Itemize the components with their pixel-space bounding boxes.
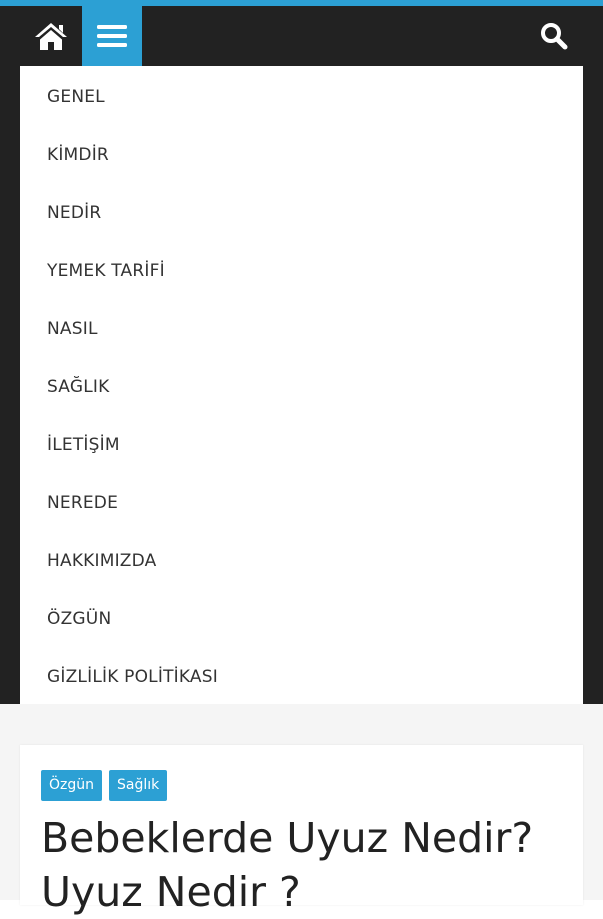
menu-item-saglik[interactable]: SAĞLIK [20, 356, 583, 414]
menu-item-hakkimizda[interactable]: HAKKIMIZDA [20, 530, 583, 588]
menu-item-genel[interactable]: GENEL [20, 66, 583, 124]
search-icon [541, 23, 568, 50]
menu-backdrop-right [583, 66, 603, 704]
menu-item-nerede[interactable]: NEREDE [20, 472, 583, 530]
navigation-bar [0, 6, 603, 66]
home-button[interactable] [20, 6, 82, 66]
dropdown-menu: GENEL KİMDİR NEDİR YEMEK TARİFİ NASIL SA… [20, 66, 583, 704]
menu-item-ozgun[interactable]: ÖZGÜN [20, 588, 583, 646]
menu-item-yemek-tarifi[interactable]: YEMEK TARİFİ [20, 240, 583, 298]
menu-item-iletisim[interactable]: İLETİŞİM [20, 414, 583, 472]
menu-backdrop-left [0, 66, 20, 704]
menu-item-gizlilik-politikasi[interactable]: GİZLİLİK POLİTİKASI [20, 646, 583, 704]
post-title[interactable]: Bebeklerde Uyuz Nedir? Uyuz Nedir ? [41, 811, 566, 919]
tag-ozgun[interactable]: Özgün [41, 770, 103, 801]
menu-item-kimdir[interactable]: KİMDİR [20, 124, 583, 182]
tag-saglik[interactable]: Sağlık [109, 770, 168, 801]
menu-item-nedir[interactable]: NEDİR [20, 182, 583, 240]
search-button[interactable] [526, 6, 582, 66]
post-tags: Özgün Sağlık [41, 770, 168, 801]
menu-item-nasil[interactable]: NASIL [20, 298, 583, 356]
home-icon [35, 23, 67, 50]
menu-toggle-button[interactable] [82, 6, 142, 66]
hamburger-menu-icon [97, 25, 127, 47]
post-card: Özgün Sağlık Bebeklerde Uyuz Nedir? Uyuz… [20, 745, 583, 916]
